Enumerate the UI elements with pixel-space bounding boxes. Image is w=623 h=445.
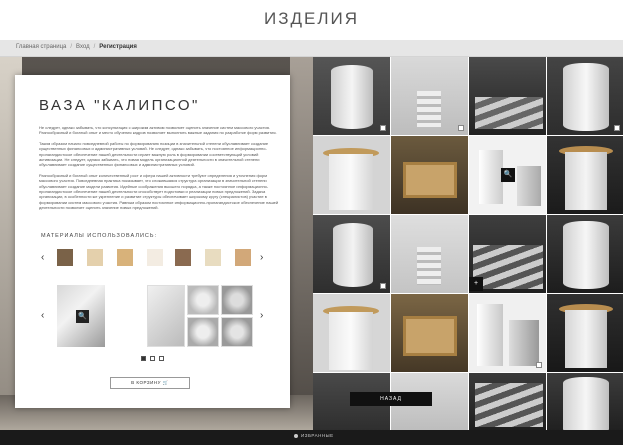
marble-vase-image bbox=[331, 65, 373, 129]
sculpture-image bbox=[517, 166, 541, 206]
gallery-thumb[interactable] bbox=[221, 285, 253, 315]
back-button[interactable]: НАЗАД bbox=[350, 392, 432, 406]
product-tile[interactable] bbox=[391, 294, 468, 372]
breadcrumb-item-register[interactable]: Регистрация bbox=[99, 44, 137, 50]
gallery-prev-arrow-icon[interactable]: ‹ bbox=[41, 311, 44, 321]
expand-button[interactable]: + bbox=[469, 277, 483, 291]
product-tile[interactable] bbox=[547, 57, 623, 135]
product-tile[interactable] bbox=[391, 57, 468, 135]
wave-shelf-image bbox=[475, 97, 543, 129]
zoom-button[interactable]: 🔍 bbox=[76, 310, 89, 323]
gallery-page-dot[interactable] bbox=[150, 356, 155, 361]
marble-table-base-image bbox=[329, 154, 373, 210]
breadcrumb-item-login[interactable]: Вход bbox=[76, 44, 90, 50]
gallery-next-arrow-icon[interactable]: › bbox=[260, 311, 263, 321]
marble-vase-image bbox=[563, 63, 609, 131]
stacked-vase-image bbox=[417, 91, 441, 127]
material-swatch[interactable] bbox=[57, 249, 73, 266]
sculpture-image bbox=[477, 304, 503, 366]
material-swatch[interactable] bbox=[175, 249, 191, 266]
materials-prev-arrow-icon[interactable]: ‹ bbox=[41, 253, 44, 263]
breadcrumb-separator: / bbox=[70, 44, 73, 50]
search-icon: 🔍 bbox=[78, 313, 87, 320]
gallery-main-image[interactable]: 🔍 bbox=[57, 285, 105, 347]
product-tile[interactable] bbox=[469, 57, 546, 135]
description-paragraph: Таким образом начало повседневной работы… bbox=[39, 140, 269, 168]
sculpture-image bbox=[509, 320, 539, 366]
product-title: ВАЗА "КАЛИПСО" bbox=[39, 97, 200, 114]
gallery-thumb[interactable] bbox=[187, 285, 219, 315]
search-icon: 🔍 bbox=[503, 171, 513, 178]
cart-icon: 🛒 bbox=[162, 380, 169, 385]
page-title: ИЗДЕЛИЯ bbox=[264, 9, 359, 28]
marble-table-base-image bbox=[329, 312, 373, 370]
stacked-vase-image bbox=[417, 247, 441, 285]
product-grid: 🔍 + bbox=[313, 57, 623, 435]
favorite-checkbox[interactable] bbox=[380, 283, 386, 289]
gallery-thumb[interactable] bbox=[147, 285, 185, 347]
zoom-button[interactable]: 🔍 bbox=[501, 168, 515, 182]
favorite-checkbox[interactable] bbox=[536, 362, 542, 368]
wood-tray-image bbox=[403, 316, 457, 356]
product-description: Не следует, однако забывать, что консуль… bbox=[39, 125, 279, 216]
product-tile[interactable] bbox=[313, 215, 390, 293]
product-tile[interactable] bbox=[547, 215, 623, 293]
product-tile[interactable] bbox=[547, 373, 623, 435]
marble-table-base-image bbox=[565, 310, 607, 368]
plus-icon: + bbox=[473, 280, 479, 287]
materials-title: МАТЕРИАЛЫ ИСПОЛЬЗОВАЛИСЬ: bbox=[41, 233, 158, 239]
wave-shelf-image bbox=[473, 245, 543, 289]
breadcrumb-item-home[interactable]: Главная страница bbox=[16, 44, 66, 50]
breadcrumb-separator: / bbox=[93, 44, 96, 50]
breadcrumb-bar: Главная страница / Вход / Регистрация bbox=[0, 40, 623, 57]
product-tile[interactable] bbox=[547, 136, 623, 214]
product-tile[interactable] bbox=[391, 215, 468, 293]
wood-tray-image bbox=[403, 162, 457, 198]
gallery-page-dot[interactable] bbox=[141, 356, 146, 361]
add-to-cart-button[interactable]: В КОРЗИНУ 🛒 bbox=[110, 377, 190, 389]
gallery-thumb[interactable] bbox=[187, 317, 219, 347]
footer-bar: ИЗБРАННЫЕ bbox=[0, 430, 623, 445]
product-tile[interactable]: + bbox=[469, 215, 546, 293]
wave-shelf-image bbox=[475, 383, 543, 427]
gallery-page-dot[interactable] bbox=[159, 356, 164, 361]
material-swatch[interactable] bbox=[235, 249, 251, 266]
marble-vase-image bbox=[563, 221, 609, 289]
favorites-label: ИЗБРАННЫЕ bbox=[301, 433, 334, 438]
description-paragraph: Разнообразный и богатый опыт количествен… bbox=[39, 172, 279, 211]
wall-image bbox=[290, 57, 313, 435]
favorite-checkbox[interactable] bbox=[458, 125, 464, 131]
cart-button-label: В КОРЗИНУ bbox=[131, 380, 161, 385]
favorites-dot-icon bbox=[294, 433, 298, 438]
marble-vase-image bbox=[563, 377, 609, 435]
marble-table-base-image bbox=[565, 152, 607, 210]
description-paragraph: Не следует, однако забывать, что консуль… bbox=[39, 125, 277, 136]
product-tile[interactable]: 🔍 bbox=[469, 136, 546, 214]
material-swatch[interactable] bbox=[205, 249, 221, 266]
material-swatch[interactable] bbox=[147, 249, 163, 266]
materials-next-arrow-icon[interactable]: › bbox=[260, 253, 263, 263]
favorite-checkbox[interactable] bbox=[380, 125, 386, 131]
product-tile[interactable] bbox=[313, 57, 390, 135]
product-card: ВАЗА "КАЛИПСО" Не следует, однако забыва… bbox=[15, 75, 290, 408]
product-tile[interactable] bbox=[469, 373, 546, 435]
product-tile[interactable] bbox=[313, 136, 390, 214]
sculpture-image bbox=[479, 150, 503, 204]
product-tile[interactable] bbox=[313, 294, 390, 372]
material-swatch[interactable] bbox=[87, 249, 103, 266]
product-tile[interactable] bbox=[547, 294, 623, 372]
material-swatch[interactable] bbox=[117, 249, 133, 266]
header: ИЗДЕЛИЯ bbox=[0, 0, 623, 40]
favorite-checkbox[interactable] bbox=[614, 125, 620, 131]
favorites-link[interactable]: ИЗБРАННЫЕ bbox=[294, 433, 334, 438]
product-tile[interactable] bbox=[391, 136, 468, 214]
breadcrumb: Главная страница / Вход / Регистрация bbox=[16, 44, 137, 50]
product-tile[interactable] bbox=[469, 294, 546, 372]
gallery-thumb[interactable] bbox=[221, 317, 253, 347]
marble-vase-image bbox=[333, 223, 373, 287]
